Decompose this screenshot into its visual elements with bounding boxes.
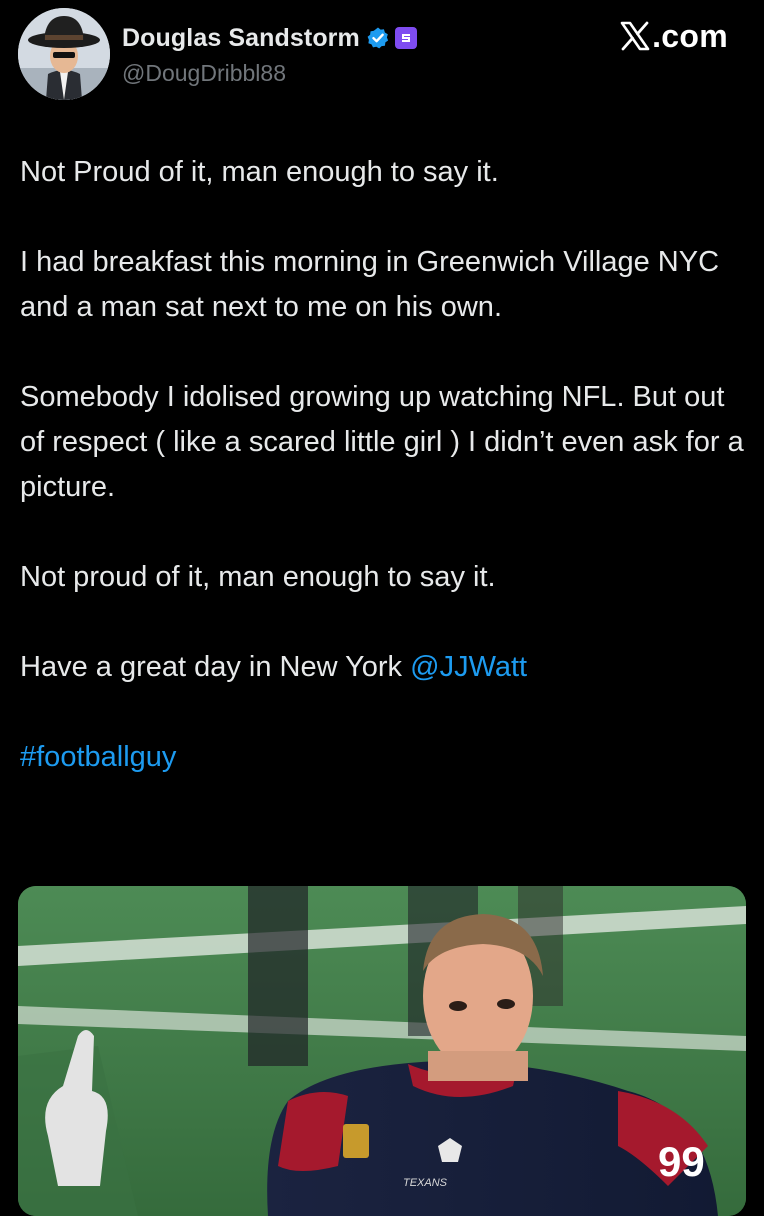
media-image: 99 TEXANS (18, 886, 746, 1216)
avatar-image (18, 8, 110, 100)
name-row: Douglas Sandstorm (122, 18, 417, 58)
display-name[interactable]: Douglas Sandstorm (122, 24, 360, 53)
hashtag-line: #footballguy (20, 735, 750, 780)
subscription-glyph-icon (401, 34, 410, 42)
tweet-paragraph: Not Proud of it, man enough to say it. (20, 156, 499, 188)
x-logo-icon (620, 21, 650, 51)
closing-text: Have a great day in New York (20, 651, 411, 683)
user-handle[interactable]: @DougDribbl88 (122, 60, 286, 87)
tweet-text: Not Proud of it, man enough to say it. I… (20, 150, 750, 780)
tweet-media[interactable]: 99 TEXANS (18, 886, 746, 1216)
jersey-number: 99 (658, 1138, 705, 1185)
tweet-closing-line: Have a great day in New York @JJWatt (20, 645, 750, 690)
hashtag-link[interactable]: #footballguy (20, 741, 176, 773)
tweet-paragraph: I had breakfast this morning in Greenwic… (20, 246, 720, 323)
brand-logo: .com (620, 14, 728, 58)
subscription-badge-icon[interactable] (394, 27, 417, 49)
brand-suffix: .com (652, 17, 728, 54)
tweet-paragraph: Somebody I idolised growing up watching … (20, 381, 744, 503)
verified-badge-icon[interactable] (366, 26, 390, 50)
avatar[interactable] (18, 8, 110, 100)
jersey-team-text: TEXANS (403, 1177, 448, 1189)
tweet-header: Douglas Sandstorm @DougDribbl88 .com (0, 0, 764, 110)
tweet-paragraph: Not proud of it, man enough to say it. (20, 561, 496, 593)
mention-link[interactable]: @JJWatt (410, 651, 527, 683)
